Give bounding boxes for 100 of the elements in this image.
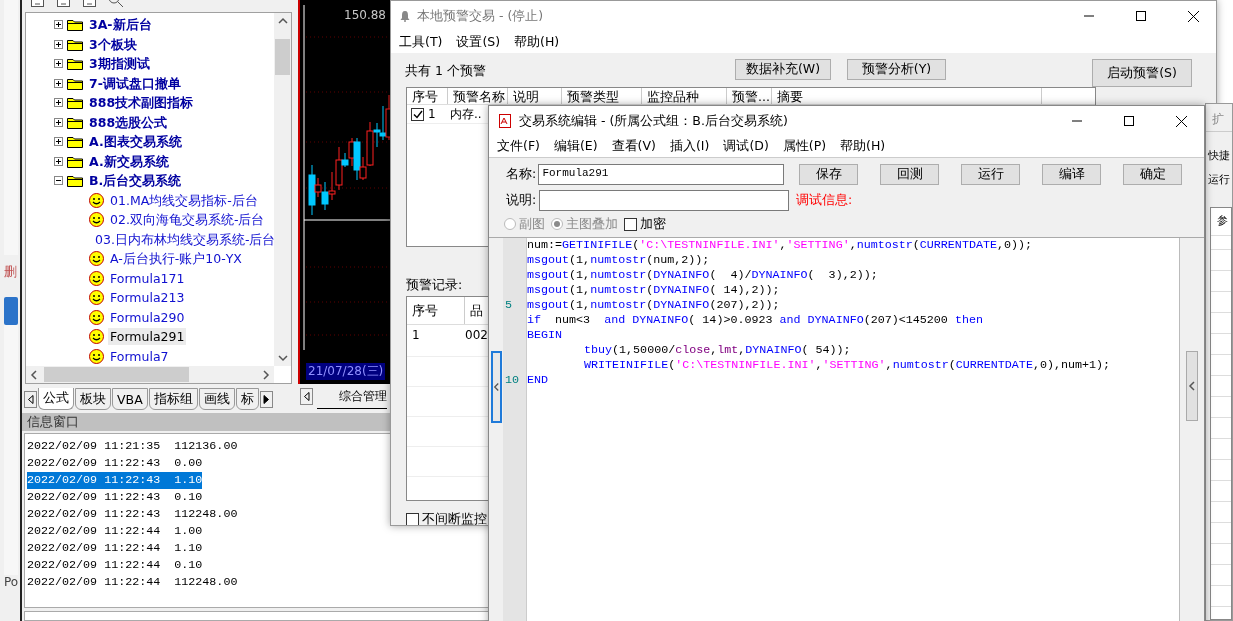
toolbar-button[interactable]: 保存 xyxy=(799,163,858,185)
close-icon[interactable] xyxy=(1187,10,1199,22)
code-editor[interactable]: num:=GETINIFILE('C:\TESTNINFILE.INI','SETTING',numtostr(CURRENTDATE,0)); msgout(1,numtostr(num,2)); msgout(1,numtostr(DYNAINFO( 4)/DYNAINFO( 3),2)); msgout(1,numtostr(DYNAINFO( 14),2)); msgout(1,numtostr(DYNAINFO(207),2)); if num<3 and DYNAINFO( 14)>0.0923 and DYNAINFO(207)<145200 then BEGIN tbuy(1,50000/close,lmt,DYNAINFO( 54)); WRITEINIFILE('C:\TESTNINFILE.INI','SETTING',numtostr(CURRENTDATE,0),num+1); END xyxy=(527,238,1179,621)
tree-item[interactable]: 3A-新后台 xyxy=(87,16,154,34)
tree-item[interactable]: B.后台交易系统 xyxy=(87,172,184,190)
scroll-thumb[interactable] xyxy=(275,39,290,75)
tree-item[interactable]: Formula291 xyxy=(108,328,187,346)
tab-prev-button[interactable] xyxy=(24,391,37,408)
maximize-icon[interactable] xyxy=(1124,116,1134,126)
scroll-down-icon[interactable] xyxy=(277,354,288,362)
start-button[interactable]: 启动预警(S) xyxy=(1092,59,1192,87)
maximize-icon[interactable] xyxy=(1136,11,1146,21)
column-header[interactable]: 序号 xyxy=(407,297,465,324)
menu-item[interactable]: 属性(P) xyxy=(782,136,827,157)
tree-item[interactable]: 01.MA均线交易指标-后台 xyxy=(108,191,260,209)
description-field[interactable] xyxy=(539,189,789,211)
toolbar-button[interactable]: 确定 xyxy=(1123,163,1182,185)
expand-icon[interactable] xyxy=(54,78,63,88)
column-header[interactable]: 摘要 xyxy=(772,88,1042,104)
horizontal-scrollbar[interactable] xyxy=(26,366,274,383)
tree-item[interactable]: A.新交易系统 xyxy=(87,152,171,170)
tab-next-button[interactable] xyxy=(259,391,273,408)
collapse-handle[interactable] xyxy=(490,351,502,423)
tree-item[interactable]: 888技术副图指标 xyxy=(87,94,196,112)
menu-item[interactable]: 调试(D) xyxy=(723,136,769,157)
tree-item[interactable]: 03.日内布林均线交易系统-后台 xyxy=(93,230,274,248)
log-line[interactable]: 2022/02/09 11:22:43 0.00 xyxy=(27,455,203,472)
toolbar-button[interactable]: 回测 xyxy=(880,163,939,185)
column-header[interactable]: 预警类型 xyxy=(562,88,642,104)
expand-icon[interactable] xyxy=(54,98,63,108)
tree-item[interactable]: Formula213 xyxy=(108,289,187,307)
log-line[interactable]: 2022/02/09 11:22:43 112248.00 xyxy=(27,506,238,523)
expand-icon[interactable] xyxy=(54,59,63,69)
expand-icon[interactable] xyxy=(54,156,63,166)
log-line[interactable]: 2022/02/09 11:22:44 1.00 xyxy=(27,523,203,540)
menu-item[interactable]: 帮助(H) xyxy=(514,31,560,53)
log-line[interactable]: 2022/02/09 11:22:44 112248.00 xyxy=(27,574,238,591)
menu-item[interactable]: 工具(T) xyxy=(399,31,443,53)
tree-item[interactable]: 7-调试盘口撤单 xyxy=(87,74,183,92)
tree-item[interactable]: Formula290 xyxy=(108,308,187,326)
column-header[interactable]: 品 xyxy=(465,297,487,324)
menu-item[interactable]: 文件(F) xyxy=(497,136,540,157)
log-line[interactable]: 2022/02/09 11:22:43 0.10 xyxy=(27,489,203,506)
tree-item[interactable]: 3个板块 xyxy=(87,35,139,53)
expand-icon[interactable] xyxy=(54,117,63,127)
expand-handle[interactable] xyxy=(1186,351,1198,421)
log-line[interactable]: 2022/02/09 11:21:35 112136.00 xyxy=(27,438,238,455)
tab[interactable]: 标 xyxy=(235,388,259,410)
line-number: 10 xyxy=(504,373,521,388)
checkbox[interactable] xyxy=(406,513,419,525)
column-header[interactable]: 序号 xyxy=(407,88,448,104)
tree-item[interactable]: A.图表交易系统 xyxy=(87,133,184,151)
tab[interactable]: 公式 xyxy=(38,388,74,410)
analysis-button[interactable]: 预警分析(Y) xyxy=(847,59,946,80)
vertical-scrollbar[interactable] xyxy=(274,13,291,366)
menu-item[interactable]: 编辑(E) xyxy=(553,136,598,157)
tab[interactable]: 指标组 xyxy=(148,388,198,410)
checkbox[interactable] xyxy=(624,217,637,231)
scroll-thumb[interactable] xyxy=(44,367,189,382)
column-header[interactable]: 预警... xyxy=(727,88,772,104)
expand-icon[interactable] xyxy=(54,20,63,30)
log-line[interactable]: 2022/02/09 11:22:44 1.10 xyxy=(27,540,203,557)
scroll-up-icon[interactable] xyxy=(277,17,288,25)
scroll-left-icon[interactable] xyxy=(30,369,38,380)
tree-item[interactable]: Formula7 xyxy=(108,347,171,365)
menu-item[interactable]: 帮助(H) xyxy=(840,136,886,157)
toolbar-button[interactable]: 编译 xyxy=(1042,163,1101,185)
data-button[interactable]: 数据补充(W) xyxy=(735,59,831,80)
row-checkbox[interactable] xyxy=(411,107,424,121)
menu-item[interactable]: 查看(V) xyxy=(611,136,656,157)
table-cell-text: 002 xyxy=(465,327,489,342)
log-line[interactable]: 2022/02/09 11:22:44 0.10 xyxy=(27,557,203,574)
price-label: 150.88 xyxy=(344,8,386,22)
tree-item[interactable]: 3期指测试 xyxy=(87,55,152,73)
chevron-left-icon[interactable] xyxy=(492,382,500,392)
table-cell-text: 1 xyxy=(428,107,437,121)
menu-item[interactable]: 插入(I) xyxy=(669,136,710,157)
toolbar-button[interactable]: 运行 xyxy=(961,163,1020,185)
smiley-icon xyxy=(89,290,104,306)
column-header[interactable]: 监控品种 xyxy=(642,88,727,104)
collapse-icon[interactable] xyxy=(54,176,63,186)
menu-item[interactable]: 设置(S) xyxy=(456,31,501,53)
tab[interactable]: 综合管理 xyxy=(317,385,387,410)
expand-icon[interactable] xyxy=(54,137,63,147)
chevron-left-icon[interactable] xyxy=(1188,381,1196,391)
tree-item[interactable]: A-后台执行-账户10-YX xyxy=(108,250,244,268)
expand-icon[interactable] xyxy=(54,39,63,49)
close-icon[interactable] xyxy=(1175,115,1187,127)
scroll-right-icon[interactable] xyxy=(262,369,270,380)
tab-prev-button[interactable] xyxy=(300,387,313,405)
column-header[interactable]: 预警名称 xyxy=(448,88,508,104)
tab[interactable]: 画线 xyxy=(198,388,235,410)
name-field[interactable]: Formula291 xyxy=(538,163,784,185)
tab[interactable]: 板块 xyxy=(75,388,111,410)
column-header[interactable]: 说明 xyxy=(508,88,562,104)
tree-item[interactable]: Formula171 xyxy=(108,269,187,287)
tree-item[interactable]: 888选股公式 xyxy=(87,113,170,131)
tree-item[interactable]: 02.双向海龟交易系统-后台 xyxy=(108,211,267,229)
input-field[interactable] xyxy=(24,611,490,621)
tab[interactable]: VBA xyxy=(112,388,148,410)
